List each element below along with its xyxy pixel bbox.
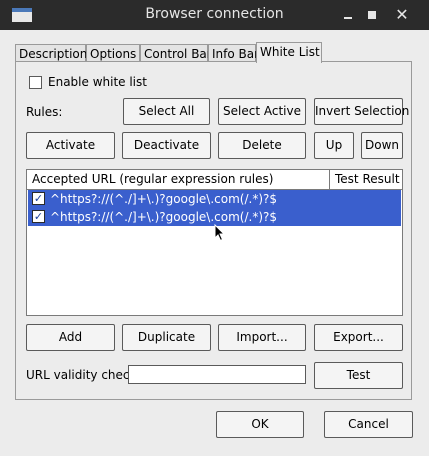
mouse-pointer-icon xyxy=(214,224,226,242)
duplicate-button[interactable]: Duplicate xyxy=(122,324,211,351)
column-header-test-result[interactable]: Test Result xyxy=(335,172,400,186)
select-active-button[interactable]: Select Active xyxy=(218,98,306,125)
enable-white-list-label[interactable]: Enable white list xyxy=(48,75,147,89)
select-all-button[interactable]: Select All xyxy=(123,98,210,125)
tab-options[interactable]: Options xyxy=(86,44,140,62)
browser-connection-dialog: Browser connection ✕ Description Options… xyxy=(0,0,429,456)
test-button[interactable]: Test xyxy=(314,362,403,389)
column-header-accepted-url[interactable]: Accepted URL (regular expression rules) xyxy=(32,172,273,186)
title-bar[interactable]: Browser connection ✕ xyxy=(0,0,429,30)
table-row[interactable]: ✓ ^https?://(^./]+\.)?google\.com(/.*)?$ xyxy=(28,190,401,208)
import-button[interactable]: Import... xyxy=(218,324,306,351)
rules-table[interactable]: Accepted URL (regular expression rules) … xyxy=(26,169,403,316)
cancel-button[interactable]: Cancel xyxy=(324,411,413,438)
deactivate-button[interactable]: Deactivate xyxy=(122,132,211,159)
column-divider[interactable] xyxy=(329,170,330,189)
row-url: ^https?://(^./]+\.)?google\.com(/.*)?$ xyxy=(50,210,278,224)
tab-info-bar[interactable]: Info Bar xyxy=(208,44,259,62)
rules-label: Rules: xyxy=(26,105,63,119)
add-button[interactable]: Add xyxy=(26,324,115,351)
row-checkbox[interactable]: ✓ xyxy=(32,192,45,205)
up-button[interactable]: Up xyxy=(314,132,354,159)
table-header: Accepted URL (regular expression rules) … xyxy=(27,170,402,190)
tab-control-bar[interactable]: Control Bar xyxy=(140,44,212,62)
url-validity-check-label: URL validity check xyxy=(26,368,137,382)
delete-button[interactable]: Delete xyxy=(218,132,306,159)
row-checkbox[interactable]: ✓ xyxy=(32,210,45,223)
down-button[interactable]: Down xyxy=(361,132,403,159)
maximize-button[interactable] xyxy=(363,6,381,24)
ok-button[interactable]: OK xyxy=(216,411,304,438)
invert-selection-button[interactable]: Invert Selection xyxy=(314,98,409,125)
activate-button[interactable]: Activate xyxy=(26,132,115,159)
tab-white-list[interactable]: White List xyxy=(256,42,322,63)
row-url: ^https?://(^./]+\.)?google\.com(/.*)?$ xyxy=(50,192,278,206)
url-validity-input[interactable] xyxy=(128,365,306,384)
export-button[interactable]: Export... xyxy=(314,324,403,351)
enable-white-list-checkbox[interactable] xyxy=(29,76,42,89)
minimize-icon xyxy=(344,17,352,19)
close-icon: ✕ xyxy=(395,5,409,24)
close-button[interactable]: ✕ xyxy=(393,6,411,24)
maximize-icon xyxy=(368,11,376,19)
minimize-button[interactable] xyxy=(340,6,358,24)
tab-description[interactable]: Description xyxy=(15,44,87,62)
